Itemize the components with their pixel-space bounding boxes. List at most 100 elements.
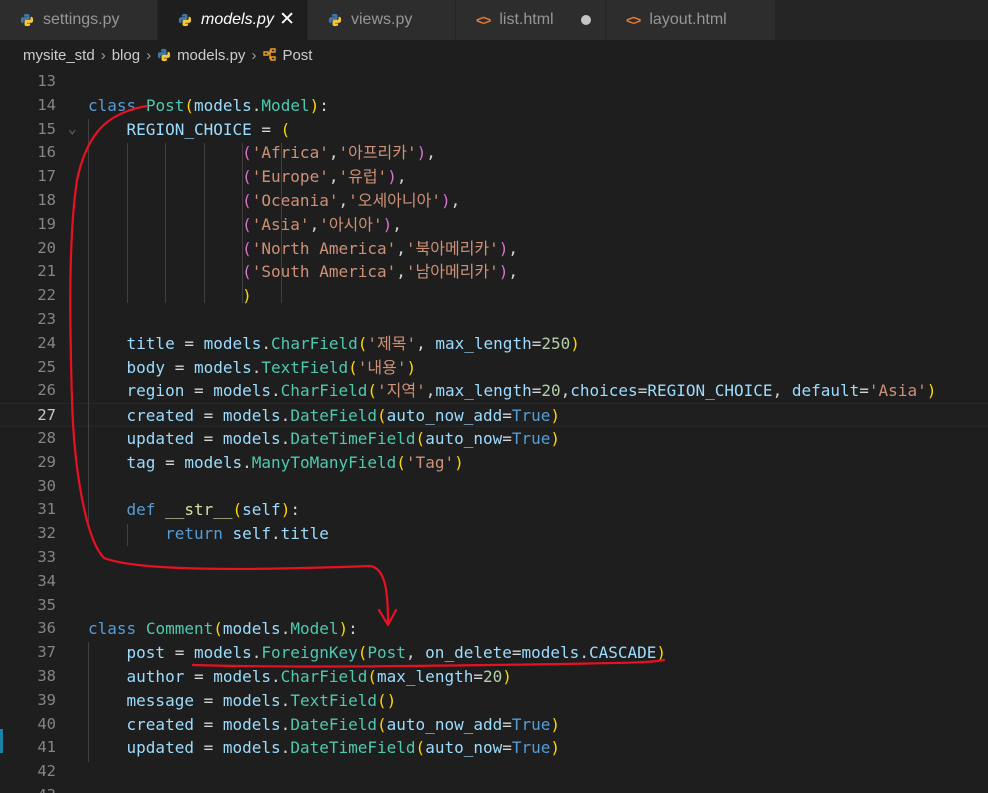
line-number: 40: [37, 714, 56, 733]
line-number: 17: [37, 167, 56, 186]
code-text: post = models.ForeignKey(Post, on_delete…: [126, 643, 667, 663]
html-file-icon: <>: [476, 12, 491, 28]
line-number: 34: [37, 571, 56, 590]
code-line[interactable]: 15 ⌄ REGION_CHOICE = (: [0, 118, 988, 142]
line-number: 31: [37, 500, 56, 519]
code-line[interactable]: 28 updated = models.DateTimeField(auto_n…: [0, 427, 988, 451]
code-text: return self.title: [165, 524, 329, 544]
line-number: 39: [37, 690, 56, 709]
tab-label: list.html: [499, 11, 554, 28]
indent-guide: [127, 143, 128, 303]
code-line[interactable]: 31 def __str__(self):: [0, 498, 988, 522]
code-line[interactable]: 22 ): [0, 284, 988, 308]
chevron-down-icon[interactable]: ⌄: [68, 118, 76, 142]
code-text: message = models.TextField(): [126, 690, 397, 710]
python-file-icon: [157, 48, 171, 62]
code-text: def __str__(self):: [126, 500, 300, 520]
code-text: tag = models.ManyToManyField('Tag'): [126, 452, 464, 472]
code-line[interactable]: 33: [0, 546, 988, 570]
breadcrumb-separator: ›: [251, 46, 257, 64]
code-text: created = models.DateField(auto_now_add=…: [126, 406, 561, 426]
breadcrumb-separator: ›: [146, 46, 152, 64]
breadcrumb-file[interactable]: models.py: [157, 47, 245, 64]
code-line[interactable]: 23: [0, 308, 988, 332]
tab-label: views.py: [351, 11, 413, 28]
code-line[interactable]: 36 class Comment(models.Model):: [0, 617, 988, 641]
tab-views-py[interactable]: views.py: [308, 0, 456, 40]
breadcrumb: mysite_std › blog › models.py › Post: [0, 40, 988, 70]
line-number: 29: [37, 452, 56, 471]
indent-guide: [204, 143, 205, 303]
line-number: 33: [37, 548, 56, 566]
line-number: 16: [37, 143, 56, 162]
code-text: class Comment(models.Model):: [88, 619, 358, 639]
tab-label: models.py: [201, 11, 274, 28]
code-text: region = models.CharField('지역',max_lengt…: [126, 381, 937, 401]
code-text: title = models.CharField('제목', max_lengt…: [126, 333, 580, 353]
code-editor[interactable]: 13 14 class Post(models.Model): 15 ⌄ REGION_…: [0, 70, 988, 793]
code-line[interactable]: 40 created = models.DateField(auto_now_a…: [0, 713, 988, 737]
code-line[interactable]: 13: [0, 70, 988, 94]
python-file-icon: [328, 13, 342, 27]
code-line[interactable]: 18 ('Oceania','오세아니아'),: [0, 189, 988, 213]
tab-list-html[interactable]: <> list.html: [456, 0, 606, 40]
change-marker: [0, 729, 3, 753]
code-line[interactable]: 27 created = models.DateField(auto_now_a…: [0, 403, 988, 427]
code-line[interactable]: 25 body = models.TextField('내용'): [0, 356, 988, 380]
code-line[interactable]: 16 ('Africa','아프리카'),: [0, 141, 988, 165]
code-line[interactable]: 17 ('Europe','유럽'),: [0, 165, 988, 189]
breadcrumb-symbol-label: Post: [282, 46, 313, 64]
tab-settings-py[interactable]: settings.py: [0, 0, 158, 40]
code-text: created = models.DateField(auto_now_add=…: [126, 714, 561, 734]
breadcrumb-folder-blog[interactable]: blog: [112, 47, 140, 64]
line-number: 43: [0, 784, 56, 793]
code-line[interactable]: 14 class Post(models.Model):: [0, 94, 988, 118]
code-text: ('Africa','아프리카'),: [242, 143, 436, 163]
code-line[interactable]: 34: [0, 570, 988, 594]
indent-guide: [127, 524, 128, 546]
indent-guide: [242, 143, 243, 303]
indent-guide: [281, 143, 282, 303]
indent-guide: [165, 143, 166, 303]
code-line[interactable]: 20 ('North America','북아메리카'),: [0, 237, 988, 261]
code-line[interactable]: 37 post = models.ForeignKey(Post, on_del…: [0, 641, 988, 665]
code-line[interactable]: 19 ('Asia','아시아'),: [0, 213, 988, 237]
line-number: 36: [37, 619, 56, 638]
code-line[interactable]: 35: [0, 594, 988, 618]
modified-dot-icon[interactable]: [581, 15, 591, 25]
code-line[interactable]: 43: [0, 784, 988, 793]
code-text: ('Europe','유럽'),: [242, 167, 407, 187]
tab-layout-html[interactable]: <> layout.html: [606, 0, 776, 40]
code-line[interactable]: 24 title = models.CharField('제목', max_le…: [0, 332, 988, 356]
code-line[interactable]: 26 region = models.CharField('지역',max_le…: [0, 379, 988, 403]
code-text: author = models.CharField(max_length=20): [126, 667, 512, 686]
tab-models-py[interactable]: models.py ✕: [158, 0, 308, 40]
indent-guide: [88, 642, 89, 762]
code-line[interactable]: 38 author = models.CharField(max_length=…: [0, 665, 988, 689]
code-text: updated = models.DateTimeField(auto_now=…: [126, 429, 561, 448]
code-line[interactable]: 41 updated = models.DateTimeField(auto_n…: [0, 736, 988, 760]
line-number: 30: [37, 476, 56, 495]
python-file-icon: [178, 13, 192, 27]
breadcrumb-folder-mysite-std[interactable]: mysite_std: [23, 47, 95, 64]
line-number: 14: [37, 95, 56, 114]
code-line[interactable]: 30: [0, 475, 988, 499]
code-line[interactable]: 21 ('South America','남아메리카'),: [0, 260, 988, 284]
line-number: 18: [37, 191, 56, 209]
code-text: ): [242, 286, 252, 306]
line-number: 21: [37, 262, 56, 281]
line-number: 25: [37, 357, 56, 376]
code-text: updated = models.DateTimeField(auto_now=…: [126, 738, 561, 758]
code-line[interactable]: 29 tag = models.ManyToManyField('Tag'): [0, 451, 988, 475]
line-number: 19: [37, 214, 56, 233]
code-line[interactable]: 42: [0, 760, 988, 784]
line-number: 15: [37, 119, 56, 138]
code-line[interactable]: 32 return self.title: [0, 522, 988, 546]
close-icon[interactable]: ✕: [279, 8, 295, 31]
code-line[interactable]: 39 message = models.TextField(): [0, 689, 988, 713]
breadcrumb-separator: ›: [100, 46, 106, 64]
class-symbol-icon: [263, 48, 277, 61]
line-number: 32: [37, 524, 56, 543]
code-text: ('Oceania','오세아니아'),: [242, 191, 461, 210]
breadcrumb-symbol[interactable]: Post: [262, 47, 312, 64]
